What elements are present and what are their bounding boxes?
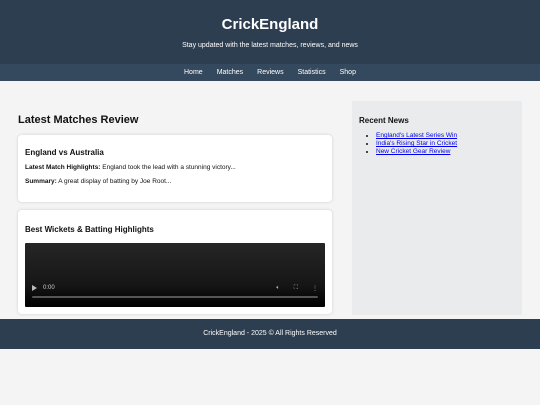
site-footer: CrickEngland - 2025 © All Rights Reserve… — [0, 319, 540, 349]
more-options-icon[interactable]: ⋮ — [312, 285, 318, 292]
recent-news-title: Recent News — [359, 116, 409, 125]
nav-home[interactable]: Home — [184, 69, 203, 76]
nav-statistics[interactable]: Statistics — [298, 69, 326, 76]
match-summary: Summary: A great display of batting by J… — [25, 178, 325, 185]
highlights-label: Latest Match Highlights: — [25, 164, 101, 171]
news-link[interactable]: England's Latest Series Win — [376, 132, 457, 139]
nav-shop[interactable]: Shop — [340, 69, 356, 76]
play-icon[interactable] — [32, 285, 37, 291]
match-highlights: Latest Match Highlights: England took th… — [25, 164, 325, 171]
summary-text: A great display of batting by Joe Root..… — [56, 178, 172, 185]
list-item: New Cricket Gear Review — [376, 148, 515, 156]
video-progress-bar[interactable] — [32, 296, 318, 298]
video-player[interactable]: 0:00 🔈︎ ⛶ ⋮ — [25, 243, 325, 307]
sidebar: Recent News England's Latest Series Win … — [352, 101, 522, 315]
match-review-card: England vs Australia Latest Match Highli… — [18, 135, 332, 202]
site-tagline: Stay updated with the latest matches, re… — [182, 42, 358, 49]
site-header: CrickEngland Stay updated with the lates… — [0, 0, 540, 64]
main-area: Latest Matches Review England vs Austral… — [0, 81, 540, 315]
news-list: England's Latest Series Win India's Risi… — [376, 132, 515, 156]
video-time: 0:00 — [43, 285, 55, 291]
nav-matches[interactable]: Matches — [217, 69, 243, 76]
video-title: Best Wickets & Batting Highlights — [25, 225, 154, 234]
news-link[interactable]: India's Rising Star in Cricket — [376, 140, 457, 147]
match-title: England vs Australia — [25, 148, 104, 157]
summary-label: Summary: — [25, 178, 57, 185]
main-nav: Home Matches Reviews Statistics Shop — [0, 64, 540, 81]
highlights-text: England took the lead with a stunning vi… — [100, 164, 236, 171]
fullscreen-icon[interactable]: ⛶ — [294, 285, 298, 292]
volume-icon[interactable]: 🔈︎ — [276, 285, 280, 292]
site-title: CrickEngland — [221, 16, 319, 33]
list-item: India's Rising Star in Cricket — [376, 140, 515, 148]
list-item: England's Latest Series Win — [376, 132, 515, 140]
nav-reviews[interactable]: Reviews — [257, 69, 283, 76]
main-content: Latest Matches Review England vs Austral… — [18, 106, 332, 314]
video-controls: 0:00 🔈︎ ⛶ ⋮ — [25, 283, 325, 293]
video-card: Best Wickets & Batting Highlights 0:00 🔈… — [18, 210, 332, 314]
news-link[interactable]: New Cricket Gear Review — [376, 148, 450, 155]
section-title: Latest Matches Review — [18, 114, 139, 126]
